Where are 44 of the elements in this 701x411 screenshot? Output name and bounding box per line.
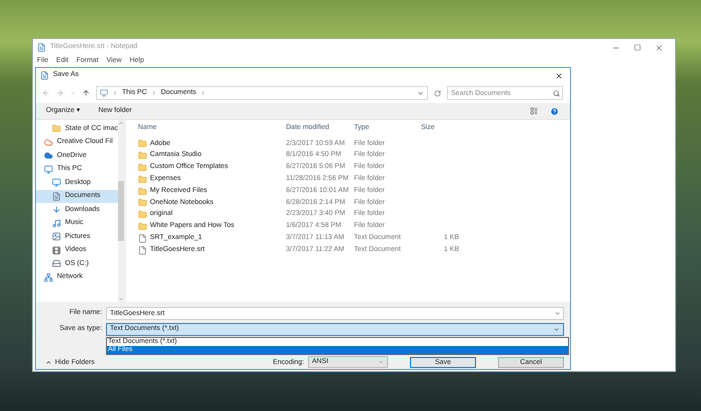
- dropdown-icon[interactable]: [417, 90, 424, 96]
- scroll-thumb[interactable]: [118, 181, 124, 241]
- folder-icon: [138, 151, 147, 160]
- folder-icon: [52, 124, 61, 134]
- folder-icon: [138, 174, 147, 184]
- scrollbar[interactable]: [118, 120, 125, 302]
- scroll-up-icon[interactable]: [118, 120, 124, 126]
- notepad-icon: [40, 71, 49, 80]
- refresh-icon[interactable]: [434, 90, 441, 96]
- monitor-icon: [100, 89, 108, 97]
- dropdown-icon: [553, 326, 560, 333]
- folder-icon: [138, 198, 147, 208]
- document-icon: [138, 246, 147, 255]
- dropdown-icon: [378, 359, 384, 365]
- document-icon: [138, 234, 147, 243]
- dropdown-icon: [554, 310, 561, 317]
- folder-icon: [138, 222, 147, 231]
- music-note-icon: [52, 218, 61, 228]
- scroll-down-icon[interactable]: [118, 296, 124, 302]
- close-icon[interactable]: [555, 72, 563, 80]
- folder-icon: [138, 139, 147, 148]
- picture-icon: [52, 232, 61, 242]
- film-icon: [52, 246, 61, 255]
- forward-icon[interactable]: [56, 89, 64, 97]
- folder-icon: [138, 210, 147, 220]
- folder-icon: [138, 186, 147, 196]
- chevron-icon: [150, 90, 157, 96]
- up-icon[interactable]: [82, 89, 90, 97]
- download-icon: [52, 205, 61, 214]
- monitor-icon: [52, 178, 61, 188]
- search-icon: [553, 90, 560, 96]
- folder-icon: [138, 162, 147, 172]
- view-icon[interactable]: [530, 107, 538, 115]
- back-icon[interactable]: [42, 89, 50, 97]
- drive-icon: [52, 259, 61, 268]
- document-icon: [52, 192, 61, 201]
- monitor-icon: [44, 164, 53, 174]
- chevron-icon: [200, 90, 206, 96]
- help-icon[interactable]: [550, 106, 559, 116]
- notepad-icon: [37, 43, 46, 52]
- maximize-icon[interactable]: [634, 44, 641, 51]
- collapse-icon[interactable]: [45, 359, 52, 366]
- chevron-icon: [112, 90, 118, 96]
- network-icon: [44, 272, 53, 282]
